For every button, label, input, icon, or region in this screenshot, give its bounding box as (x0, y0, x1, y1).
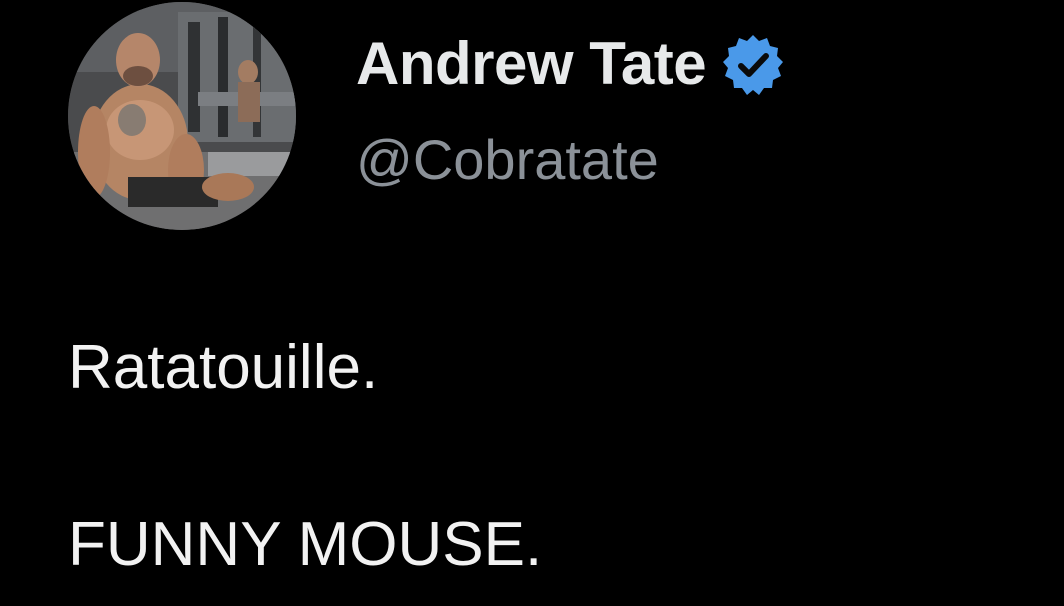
display-name[interactable]: Andrew Tate (356, 22, 707, 106)
tweet-text-line: FUNNY MOUSE. (68, 510, 543, 579)
author-name-row: Andrew Tate (356, 22, 786, 106)
verified-badge-icon[interactable] (720, 32, 786, 98)
avatar-photo (68, 2, 296, 230)
tweet-text-line: Ratatouille. (68, 333, 379, 402)
avatar[interactable] (68, 2, 296, 230)
author-handle[interactable]: @Cobratate (356, 120, 659, 200)
tweet-card: Andrew Tate @Cobratate Ratatouille. FUNN… (0, 0, 1064, 606)
